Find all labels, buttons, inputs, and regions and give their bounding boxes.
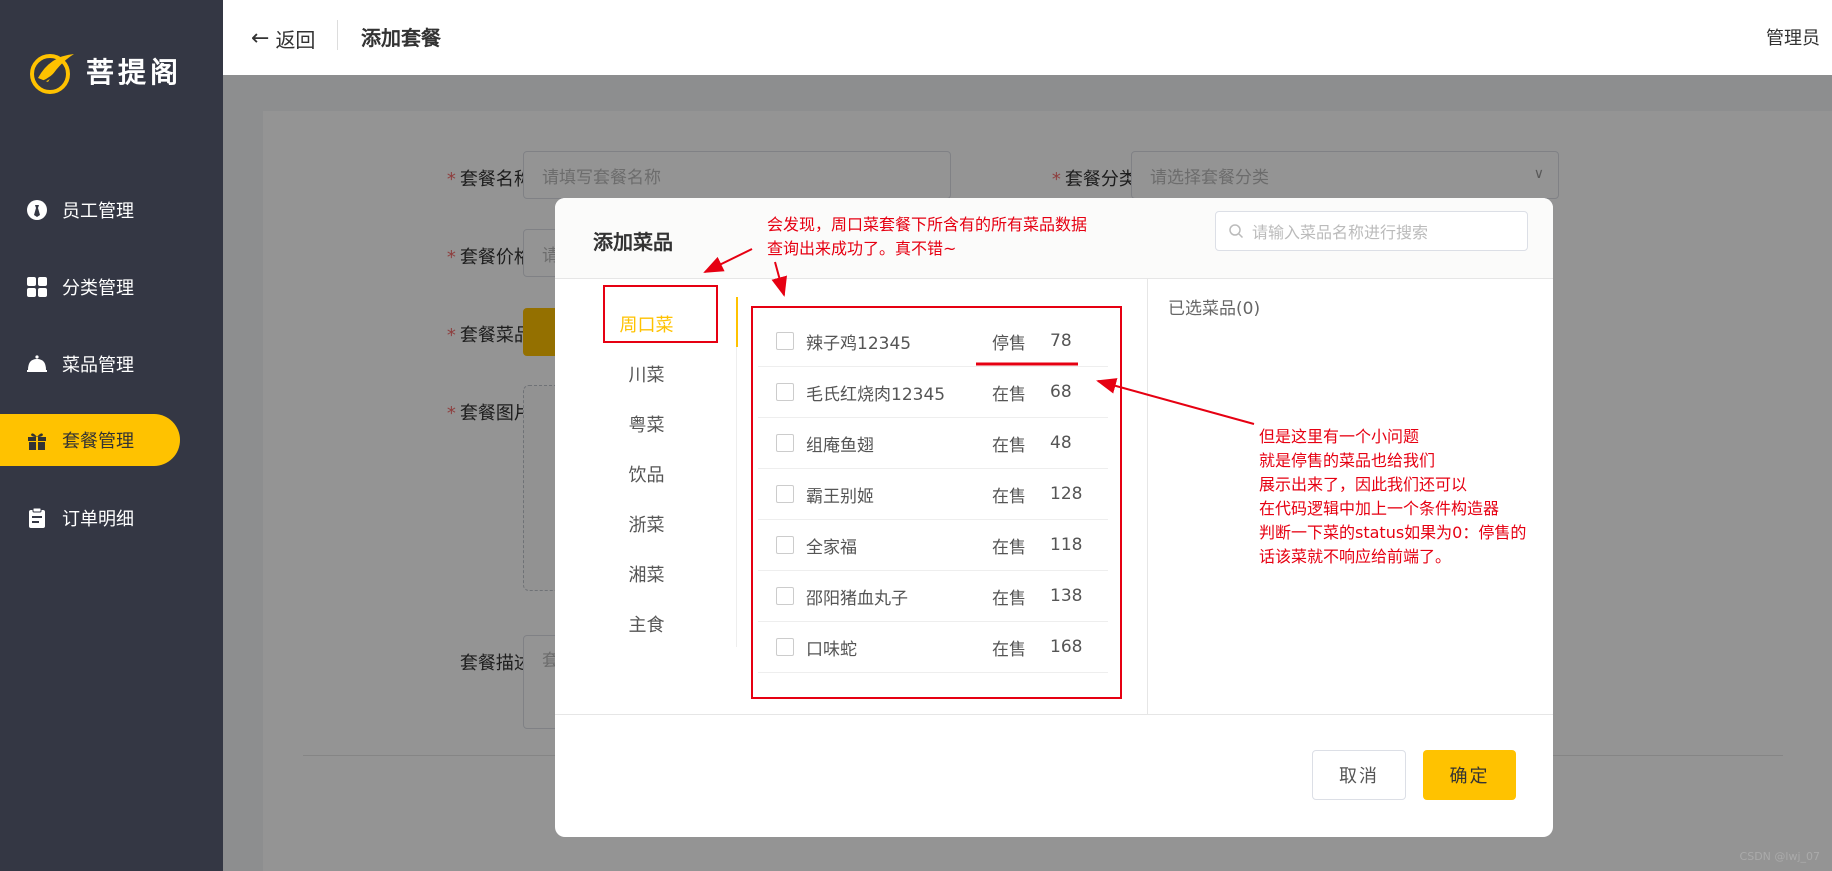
selected-dishes-label: 已选菜品(0) xyxy=(1168,299,1261,319)
back-button[interactable]: ← 返回 xyxy=(251,24,315,53)
category-item[interactable]: 饮品 xyxy=(555,461,738,487)
page-title: 添加套餐 xyxy=(361,26,441,50)
annotation-box-dish-list xyxy=(751,306,1122,699)
annotation-box-category xyxy=(603,285,718,343)
selected-pane-divider xyxy=(1147,279,1148,714)
active-category-indicator xyxy=(736,297,738,347)
dish-search-input[interactable]: 请输入菜品名称进行搜索 xyxy=(1215,211,1528,251)
dish-icon xyxy=(26,353,48,375)
logo: 菩提阁 xyxy=(28,48,182,94)
header-divider xyxy=(337,20,338,50)
sidebar-item-label: 分类管理 xyxy=(62,278,134,299)
sidebar-item-employee[interactable]: 员工管理 xyxy=(0,184,180,236)
cancel-button[interactable]: 取消 xyxy=(1312,750,1406,800)
category-item[interactable]: 粤菜 xyxy=(555,411,738,437)
sidebar: 菩提阁 员工管理 分类管理 菜品管理 套餐管理 订单明细 xyxy=(0,0,223,871)
category-icon xyxy=(26,276,48,298)
arrow-left-icon: ← xyxy=(251,26,270,51)
category-item[interactable]: 川菜 xyxy=(555,361,738,387)
sidebar-item-dish[interactable]: 菜品管理 xyxy=(0,338,180,390)
sidebar-item-category[interactable]: 分类管理 xyxy=(0,261,180,313)
category-item[interactable]: 主食 xyxy=(555,611,738,637)
logo-text: 菩提阁 xyxy=(86,56,183,89)
sidebar-item-label: 套餐管理 xyxy=(62,431,134,452)
annotation-top-note: 会发现，周口菜套餐下所含有的所有菜品数据 查询出来成功了。真不错~ xyxy=(767,215,1088,258)
category-item[interactable]: 浙菜 xyxy=(555,511,738,537)
annotation-right-note: 但是这里有一个小问题 就是停售的菜品也给我们 展示出来了，因此我们还可以 在代码… xyxy=(1259,427,1527,566)
gift-icon xyxy=(26,429,48,451)
sidebar-item-label: 菜品管理 xyxy=(62,355,134,376)
sidebar-item-setmeal[interactable]: 套餐管理 xyxy=(0,414,180,466)
category-divider xyxy=(736,347,737,647)
sidebar-item-label: 订单明细 xyxy=(62,509,134,530)
back-label: 返回 xyxy=(275,28,316,52)
logo-icon xyxy=(30,54,74,94)
user-name[interactable]: 管理员 xyxy=(1766,24,1820,50)
confirm-button[interactable]: 确定 xyxy=(1423,750,1516,800)
category-item[interactable]: 湘菜 xyxy=(555,561,738,587)
dialog-title: 添加菜品 xyxy=(593,230,673,254)
clipboard-icon xyxy=(26,507,48,529)
watermark: CSDN @lwj_07 xyxy=(1739,850,1820,863)
employee-icon xyxy=(26,199,48,221)
sidebar-item-label: 员工管理 xyxy=(62,201,134,222)
dialog-footer-divider xyxy=(555,714,1553,715)
search-icon xyxy=(1228,223,1244,239)
top-header: ← 返回 添加套餐 管理员 xyxy=(223,0,1832,75)
sidebar-item-orders[interactable]: 订单明细 xyxy=(0,492,180,544)
